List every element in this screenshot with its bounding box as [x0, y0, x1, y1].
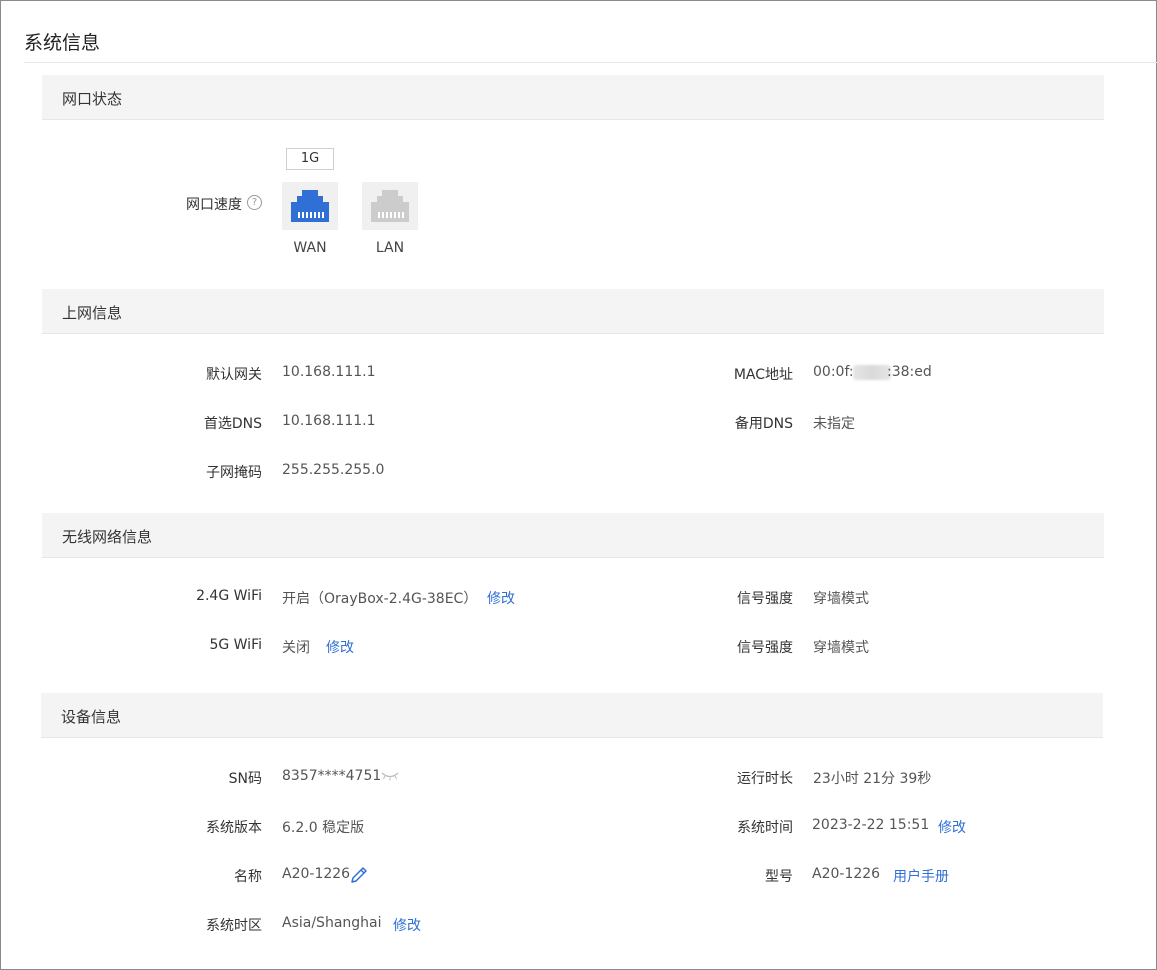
page-title: 系统信息 [24, 32, 101, 54]
wan-label: WAN [293, 240, 327, 256]
pencil-icon[interactable] [350, 865, 369, 884]
model-label: 型号 [765, 869, 793, 885]
ethernet-port-icon [291, 190, 329, 222]
port-speed-label: 网口速度 [186, 197, 242, 213]
dns2-label: 备用DNS [734, 416, 793, 432]
section-header-wireless: 无线网络信息 [42, 513, 1104, 558]
title-divider [24, 62, 1157, 63]
mac-prefix: 00:0f: [813, 364, 854, 380]
sn-value: 8357****4751 [282, 768, 382, 784]
subnet-mask-label: 子网掩码 [206, 465, 262, 481]
signal-strength-5-value: 穿墙模式 [813, 640, 869, 656]
timezone-label: 系统时区 [206, 918, 262, 934]
wifi5-edit-link[interactable]: 修改 [326, 637, 354, 657]
ethernet-port-icon [371, 190, 409, 222]
section-header-device: 设备信息 [41, 693, 1103, 738]
gateway-label: 默认网关 [206, 367, 262, 383]
question-circle-icon[interactable]: ? [247, 195, 262, 210]
section-title: 网口状态 [62, 90, 123, 108]
lan-label: LAN [375, 240, 405, 256]
wifi24-edit-link[interactable]: 修改 [487, 588, 515, 608]
signal-strength-24-label: 信号强度 [737, 591, 793, 607]
dns1-label: 首选DNS [203, 416, 262, 432]
section-title: 无线网络信息 [62, 528, 153, 546]
dns2-value: 未指定 [813, 416, 855, 432]
dns1-value: 10.168.111.1 [282, 413, 376, 429]
wan-port-icon [282, 182, 338, 230]
section-header-internet: 上网信息 [42, 289, 1104, 334]
speed-badge: 1G [286, 148, 334, 170]
timezone-value: Asia/Shanghai [282, 915, 382, 931]
section-title: 设备信息 [61, 708, 122, 726]
gateway-value: 10.168.111.1 [282, 364, 376, 380]
subnet-mask-value: 255.255.255.0 [282, 462, 385, 478]
system-time-label: 系统时间 [737, 820, 793, 836]
user-manual-link[interactable]: 用户手册 [893, 866, 949, 886]
wifi24-value: 开启（OrayBox-2.4G-38EC） [282, 591, 478, 607]
mac-suffix: :38:ed [887, 364, 932, 380]
section-header-port-status: 网口状态 [42, 75, 1104, 120]
wifi24-label: 2.4G WiFi [196, 588, 262, 604]
timezone-edit-link[interactable]: 修改 [393, 915, 421, 935]
uptime-label: 运行时长 [737, 771, 793, 787]
window-frame [0, 0, 1157, 970]
device-name-value: A20-1226 [282, 866, 351, 882]
version-value: 6.2.0 稳定版 [282, 820, 365, 836]
mac-label: MAC地址 [733, 367, 793, 383]
signal-strength-24-value: 穿墙模式 [813, 591, 869, 607]
system-time-edit-link[interactable]: 修改 [938, 817, 966, 837]
model-value: A20-1226 [812, 866, 881, 882]
signal-strength-5-label: 信号强度 [737, 640, 793, 656]
system-time-value: 2023-2-22 15:51 [812, 817, 930, 833]
mac-redacted [853, 365, 891, 380]
wifi5-label: 5G WiFi [209, 637, 262, 653]
section-title: 上网信息 [62, 304, 123, 322]
wifi5-value: 关闭 [282, 640, 310, 656]
eye-closed-icon[interactable] [381, 771, 399, 781]
device-name-label: 名称 [234, 869, 262, 885]
lan-port-icon [362, 182, 418, 230]
uptime-value: 23小时 21分 39秒 [813, 771, 932, 787]
version-label: 系统版本 [206, 820, 262, 836]
sn-label: SN码 [228, 771, 262, 787]
